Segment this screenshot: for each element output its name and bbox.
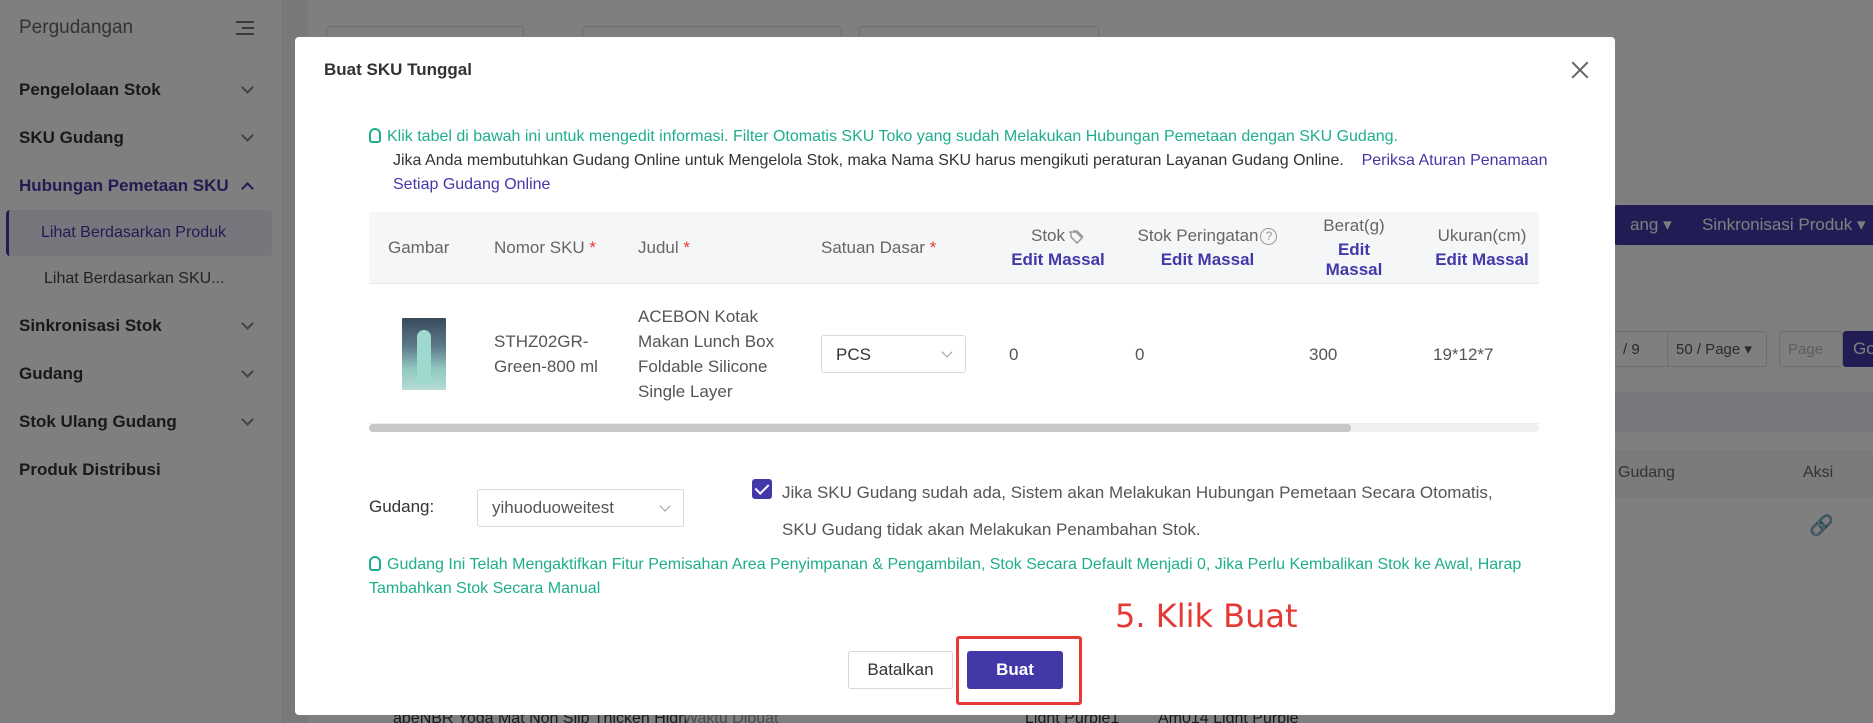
edit-massal-berat-link[interactable]: Edit Massal [1309,240,1399,280]
tags-icon [1069,229,1084,244]
create-sku-modal: Buat SKU Tunggal Klik tabel di bawah ini… [295,37,1615,715]
table-row[interactable]: STHZ02GR-Green-800 ml ACEBON Kotak Makan… [369,284,1539,424]
col-label: Stok [1030,226,1066,245]
cell-stok-peringatan[interactable]: 0 [1135,284,1144,424]
col-label: Gambar [388,238,450,257]
cell-title[interactable]: ACEBON Kotak Makan Lunch Box Foldable Si… [638,284,788,424]
table-header: Gambar Nomor SKU * Judul * Satuan Dasar … [369,212,1539,284]
help-icon[interactable]: ? [1260,228,1278,246]
edit-massal-stok-link[interactable]: Edit Massal [1011,250,1105,270]
lightbulb-icon [369,128,381,143]
cell-unit: PCS [821,284,966,424]
horizontal-scrollbar[interactable] [369,424,1539,432]
col-label: Berat(g) [1323,216,1385,235]
lightbulb-icon [369,556,381,571]
cell-ukuran[interactable]: 19*12*7 [1433,284,1494,424]
required-mark: * [683,238,690,257]
tip-3-text: Gudang Ini Telah Mengaktifkan Fitur Pemi… [369,556,1522,597]
gudang-label: Gudang: [369,497,435,516]
col-stok: Stok Edit Massal [1009,212,1107,284]
cell-berat[interactable]: 300 [1309,284,1337,424]
annotation-highlight-box [956,636,1082,705]
chevron-down-icon [659,500,671,512]
auto-mapping-checkbox[interactable] [752,479,772,499]
tip-1-text: Klik tabel di bawah ini untuk mengedit i… [387,128,1398,145]
info-tip-3: Gudang Ini Telah Mengaktifkan Fitur Pemi… [369,553,1599,601]
modal-title: Buat SKU Tunggal [324,60,472,79]
tip-2-text: Jika Anda membutuhkan Gudang Online untu… [393,152,1344,169]
annotation-text: 5. Klik Buat [1115,597,1298,635]
col-gambar: Gambar [388,212,449,284]
cell-sku[interactable]: STHZ02GR-Green-800 ml [494,284,604,424]
edit-massal-peringatan-link[interactable]: Edit Massal [1161,250,1255,270]
scrollbar-thumb[interactable] [369,424,1351,432]
unit-select[interactable]: PCS [821,335,966,373]
col-label: Stok Peringatan [1137,226,1259,245]
cell-stok[interactable]: 0 [1009,284,1018,424]
col-nomor-sku: Nomor SKU * [494,212,596,284]
gudang-value: yihuoduoweitest [492,498,614,517]
sku-table: Gambar Nomor SKU * Judul * Satuan Dasar … [369,212,1539,432]
auto-mapping-label: Jika SKU Gudang sudah ada, Sistem akan M… [782,483,1493,539]
chevron-down-icon [941,346,953,358]
col-label: Nomor SKU [494,238,585,257]
required-mark: * [929,238,937,257]
gudang-select[interactable]: yihuoduoweitest [477,489,684,527]
product-image [402,318,446,390]
col-ukuran: Ukuran(cm) Edit Massal [1433,212,1531,284]
close-icon[interactable] [1569,59,1591,81]
unit-value: PCS [836,344,871,364]
col-berat: Berat(g) Edit Massal [1309,212,1399,284]
col-judul: Judul * [638,212,690,284]
col-stok-peringatan: Stok Peringatan? Edit Massal [1135,212,1280,284]
cancel-button[interactable]: Batalkan [848,651,953,689]
edit-massal-ukuran-link[interactable]: Edit Massal [1435,250,1529,270]
col-label: Judul [638,238,679,257]
col-label: Satuan Dasar [821,238,925,257]
col-satuan-dasar: Satuan Dasar * [821,212,936,284]
product-thumbnail [402,284,446,424]
info-tip-2: Jika Anda membutuhkan Gudang Online untu… [393,149,1553,197]
required-mark: * [589,238,597,257]
col-label: Ukuran(cm) [1437,226,1527,245]
info-tip-1: Klik tabel di bawah ini untuk mengedit i… [369,125,1569,149]
